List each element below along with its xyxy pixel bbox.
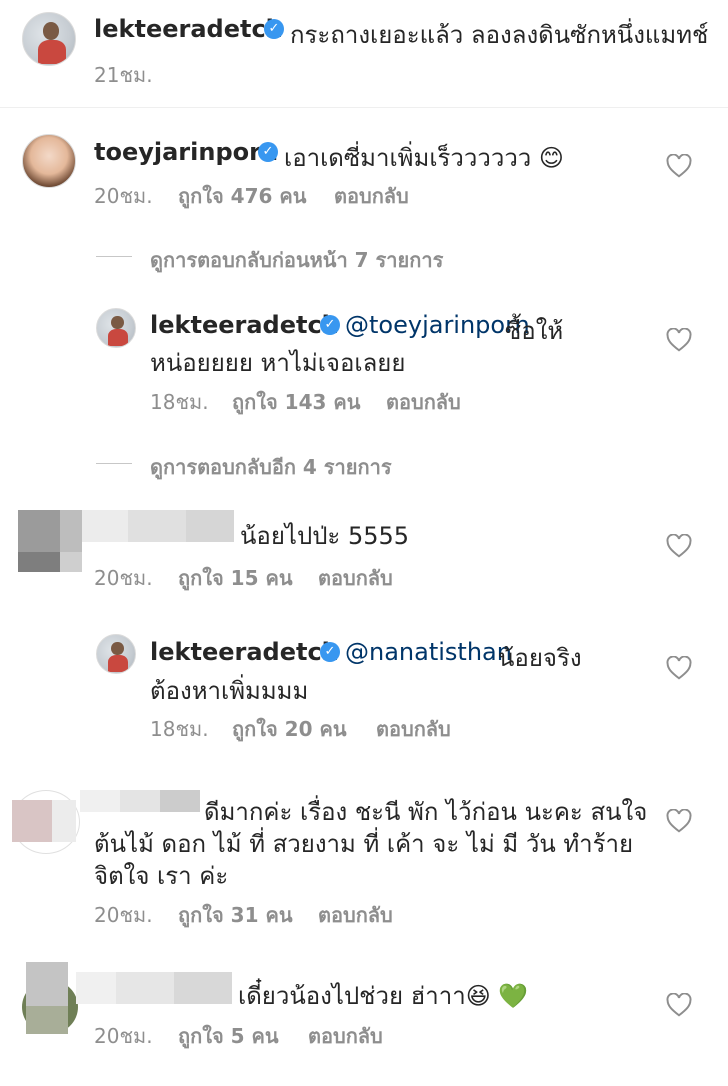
commenter-avatar-blurred[interactable]	[12, 790, 80, 854]
reply-button[interactable]: ตอบกลับ	[386, 386, 461, 418]
reply-text-line1: น้อยจริง	[498, 644, 582, 672]
verified-badge-icon: ✓	[320, 315, 340, 335]
post-time: 21ชม.	[94, 63, 153, 87]
reply-button[interactable]: ตอบกลับ	[376, 713, 451, 745]
comment-time: 20ชม.	[94, 903, 153, 927]
heart-outline-icon[interactable]	[666, 993, 692, 1017]
comment-username-blurred[interactable]	[82, 510, 234, 542]
reply-button[interactable]: ตอบกลับ	[308, 1020, 383, 1052]
heart-outline-icon[interactable]	[666, 154, 692, 178]
reply-likes-link[interactable]: ถูกใจ 143 คน	[232, 386, 360, 418]
heart-outline-icon[interactable]	[666, 328, 692, 352]
reply-button[interactable]: ตอบกลับ	[318, 562, 393, 594]
verified-badge-icon: ✓	[320, 642, 340, 662]
comment-time: 20ชม.	[94, 566, 153, 590]
reply-author-avatar[interactable]	[96, 308, 136, 348]
heart-outline-icon[interactable]	[666, 534, 692, 558]
comment-username[interactable]: toeyjarinporn	[94, 138, 278, 166]
view-more-replies-link[interactable]: ดูการตอบกลับอีก 4 รายการ	[150, 451, 392, 483]
comment-text: เดี๋ยวน้องไปช่วย ฮ่าาา😆 💚	[238, 982, 529, 1010]
reply-time: 18ชม.	[150, 390, 209, 414]
commenter-avatar-blurred[interactable]	[18, 510, 82, 572]
reply-author-avatar[interactable]	[96, 634, 136, 674]
view-replies-divider	[96, 256, 132, 257]
comment-text: เอาเดซี่มาเพิ่มเร็วววววว 😊	[284, 144, 564, 172]
view-previous-replies-link[interactable]: ดูการตอบกลับก่อนหน้า 7 รายการ	[150, 244, 443, 276]
reply-button[interactable]: ตอบกลับ	[334, 180, 409, 212]
reply-text-line2: หน่อยยยย หาไม่เจอเลยย	[150, 349, 406, 377]
post-author-avatar[interactable]	[22, 12, 76, 66]
caption-divider	[0, 107, 728, 108]
comment-time: 20ชม.	[94, 1024, 153, 1048]
reply-text-line1: ซื้อให้	[505, 317, 564, 345]
reply-username[interactable]: lekteeradetch	[150, 311, 339, 339]
reply-mention-link[interactable]: @nanatisthan	[345, 638, 512, 666]
comment-username-blurred[interactable]	[80, 790, 200, 812]
comment-time: 20ชม.	[94, 184, 153, 208]
comment-likes-link[interactable]: ถูกใจ 31 คน	[178, 899, 293, 931]
comment-likes-link[interactable]: ถูกใจ 15 คน	[178, 562, 293, 594]
comment-text-line3: จิตใจ เรา ค่ะ	[94, 862, 229, 890]
reply-mention-link[interactable]: @toeyjarinporn	[345, 311, 530, 339]
verified-badge-icon: ✓	[264, 19, 284, 39]
commenter-avatar[interactable]	[22, 134, 76, 188]
reply-button[interactable]: ตอบกลับ	[318, 899, 393, 931]
reply-username[interactable]: lekteeradetch	[150, 638, 339, 666]
comment-likes-link[interactable]: ถูกใจ 476 คน	[178, 180, 306, 212]
commenter-avatar-blurred[interactable]	[22, 962, 78, 1034]
view-replies-divider	[96, 463, 132, 464]
post-caption: กระถางเยอะแล้ว ลองลงดินซักหนึ่งแมทช์	[290, 21, 709, 49]
post-author-username[interactable]: lekteeradetch	[94, 15, 283, 43]
comment-likes-link[interactable]: ถูกใจ 5 คน	[178, 1020, 279, 1052]
comment-text: น้อยไปป่ะ 5555	[240, 522, 410, 550]
reply-text-line2: ต้องหาเพิ่มมมม	[150, 677, 309, 705]
reply-likes-link[interactable]: ถูกใจ 20 คน	[232, 713, 347, 745]
reply-time: 18ชม.	[150, 717, 209, 741]
heart-outline-icon[interactable]	[666, 656, 692, 680]
comment-username-blurred[interactable]	[76, 972, 232, 1004]
heart-outline-icon[interactable]	[666, 809, 692, 833]
verified-badge-icon: ✓	[258, 142, 278, 162]
